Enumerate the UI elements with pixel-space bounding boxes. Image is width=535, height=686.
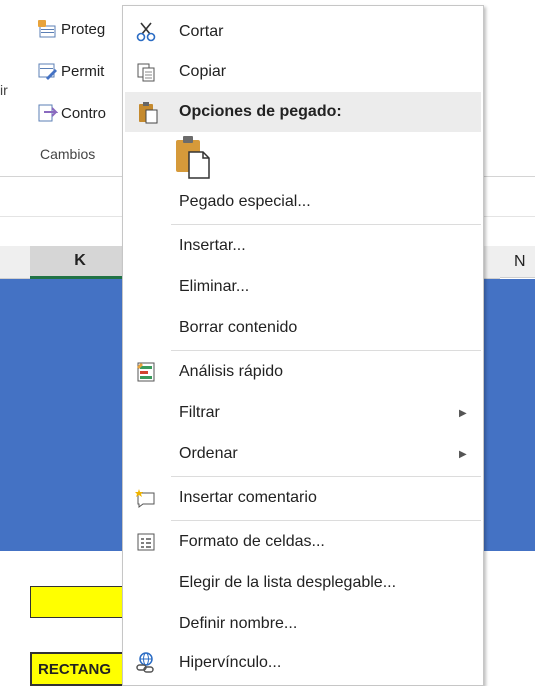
menu-item-clear-contents-label: Borrar contenido — [179, 319, 298, 336]
menu-item-hyperlink-label: Hipervínculo... — [179, 654, 282, 671]
allow-button[interactable]: Permit — [36, 60, 104, 82]
ribbon-cut-text: ir — [0, 82, 8, 98]
menu-separator — [171, 224, 481, 225]
submenu-arrow-icon: ▶ — [459, 448, 467, 460]
menu-item-cut[interactable]: Cortar — [123, 12, 483, 52]
rectangle-cell-text: RECTANG — [38, 660, 112, 678]
context-menu: Cortar Copiar Opciones de pegado: Pegado… — [122, 5, 484, 686]
menu-item-pick-from-dropdown[interactable]: Elegir de la lista desplegable... — [123, 563, 483, 603]
menu-item-delete-label: Eliminar... — [179, 278, 250, 295]
menu-item-format-cells-label: Formato de celdas... — [179, 533, 325, 550]
menu-item-filter[interactable]: Filtrar ▶ — [123, 393, 483, 433]
protect-label: Proteg — [61, 20, 106, 38]
menu-item-pick-from-dropdown-label: Elegir de la lista desplegable... — [179, 574, 397, 591]
menu-item-clear-contents[interactable]: Borrar contenido — [123, 308, 483, 348]
menu-separator — [171, 476, 481, 477]
protect-sheet-icon — [38, 20, 56, 38]
menu-item-sort[interactable]: Ordenar ▶ — [123, 434, 483, 474]
clipboard-icon — [135, 99, 161, 125]
menu-separator — [171, 520, 481, 521]
hyperlink-icon — [133, 650, 159, 676]
allow-edit-icon — [38, 63, 57, 80]
menu-item-insert-label: Insertar... — [179, 237, 246, 254]
submenu-arrow-icon: ▶ — [459, 407, 467, 419]
menu-separator — [171, 350, 481, 351]
menu-item-format-cells[interactable]: Formato de celdas... — [123, 522, 483, 562]
track-changes-button[interactable]: Contro — [36, 102, 106, 124]
menu-item-define-name-label: Definir nombre... — [179, 615, 298, 632]
menu-item-insert[interactable]: Insertar... — [123, 226, 483, 266]
protect-button[interactable]: Proteg — [36, 18, 105, 40]
copy-icon — [133, 59, 159, 85]
group-label-changes: Cambios — [40, 146, 96, 162]
menu-item-define-name[interactable]: Definir nombre... — [123, 604, 483, 644]
menu-item-insert-comment[interactable]: Insertar comentario — [123, 478, 483, 518]
comment-icon — [133, 485, 159, 511]
format-cells-icon — [133, 529, 159, 555]
menu-item-filter-label: Filtrar — [179, 404, 220, 421]
menu-item-sort-label: Ordenar — [179, 445, 238, 462]
column-header-n[interactable]: N — [500, 246, 535, 278]
scissors-icon — [133, 19, 159, 45]
column-header-n-label: N — [514, 252, 526, 270]
paste-icon[interactable] — [173, 134, 213, 180]
paste-options-label: Opciones de pegado: — [179, 103, 342, 120]
track-changes-label: Contro — [61, 104, 107, 122]
menu-item-paste-special[interactable]: Pegado especial... — [123, 182, 483, 222]
menu-item-cut-label: Cortar — [179, 23, 224, 40]
menu-header-paste-options: Opciones de pegado: — [125, 92, 481, 132]
track-changes-icon — [38, 104, 58, 122]
column-header-prev[interactable] — [0, 246, 30, 279]
menu-item-paste-special-label: Pegado especial... — [179, 193, 311, 210]
menu-item-hyperlink[interactable]: Hipervínculo... — [123, 643, 483, 683]
menu-item-copy-label: Copiar — [179, 63, 227, 80]
menu-item-copy[interactable]: Copiar — [123, 52, 483, 92]
menu-item-quick-analysis[interactable]: Análisis rápido — [123, 352, 483, 392]
menu-item-delete[interactable]: Eliminar... — [123, 267, 483, 307]
allow-label: Permit — [61, 62, 105, 80]
column-header-k[interactable]: K — [30, 246, 130, 279]
menu-item-insert-comment-label: Insertar comentario — [179, 489, 317, 506]
quick-analysis-icon — [133, 359, 159, 385]
menu-item-quick-analysis-label: Análisis rápido — [179, 363, 284, 380]
